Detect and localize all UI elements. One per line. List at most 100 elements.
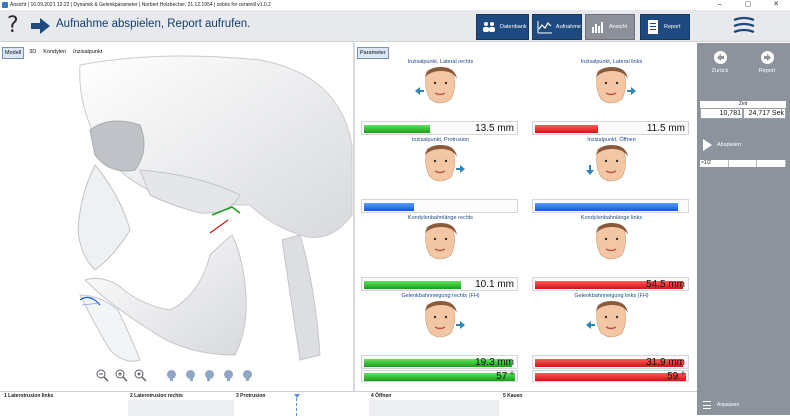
head-side-right-icon[interactable]	[184, 369, 197, 382]
side-panel: Zurück Report Zeit 10,781 24,717 Sek Abs…	[697, 43, 790, 415]
speed-option[interactable]: ×1/2	[700, 160, 729, 167]
parameter-cell: Inzisalpunkt, Öffnen	[526, 137, 697, 215]
arrow-right-circle-icon	[760, 51, 774, 64]
face-illustration-icon	[415, 67, 457, 104]
parameter-bar-fill	[535, 125, 598, 133]
playhead-line	[296, 398, 297, 416]
face-illustration-icon	[425, 145, 465, 182]
parameter-title: Kondylenbahnlänge rechts	[407, 215, 474, 221]
aufnahme-label: Aufnahme	[555, 24, 581, 30]
zoom-in-icon[interactable]	[115, 369, 128, 382]
aufnahme-button[interactable]: Aufnahme	[532, 14, 582, 40]
sliders-icon	[703, 401, 711, 409]
parameter-value: 13.5 mm	[475, 123, 514, 134]
playhead-marker[interactable]	[294, 394, 300, 398]
timeline-segment-5[interactable]: 5 Kauen	[503, 393, 522, 399]
face-illustration-icon	[596, 67, 636, 104]
head-top-view-icon[interactable]	[222, 369, 235, 382]
parameter-bar: 11.5 mm	[532, 121, 689, 135]
play-button[interactable]: Abspielen	[703, 139, 741, 151]
timeline[interactable]: 1 Laterotrusion links 2 Laterotrusion re…	[0, 391, 697, 416]
parameter-bar: 54.5 mm	[532, 277, 689, 291]
tab-parameter[interactable]: Parameter	[357, 47, 389, 59]
report-header-button[interactable]: Report	[640, 14, 690, 40]
app-icon	[2, 2, 8, 8]
minimize-button[interactable]: –	[710, 0, 730, 10]
close-button[interactable]: ✕	[766, 0, 786, 10]
datenbank-button[interactable]: Datenbank	[476, 14, 529, 40]
parameter-bar-fill	[364, 281, 461, 289]
angle-bar: 59 °	[532, 370, 689, 382]
speed-option[interactable]	[729, 160, 758, 167]
parameter-title: Inzisalpunkt, Protrusion	[411, 137, 470, 143]
parameter-bar-fill	[364, 203, 414, 211]
current-time-field: 10,781	[700, 108, 743, 119]
parameter-cell: Gelenkbahnneigung links (FH) 31.9 mm	[526, 293, 697, 371]
parameter-bar: 10.1 mm	[361, 277, 518, 291]
header: ? Aufnahme abspielen, Report aufrufen. D…	[0, 10, 790, 42]
timeline-shade	[369, 400, 499, 416]
parameter-value: 54.5 mm	[646, 279, 685, 290]
parameter-bar: 31.9 mm	[532, 355, 689, 369]
face-illustration-icon	[586, 145, 628, 182]
timeline-segment-2[interactable]: 2 Laterotrusion rechts	[130, 393, 183, 399]
head-back-view-icon[interactable]	[241, 369, 254, 382]
total-time-field: 24,717 Sek	[743, 108, 786, 119]
parameter-cell: Kondylenbahnlänge rechts 10.1 mm	[355, 215, 526, 293]
parameter-cell: Inzisalpunkt, Lateral links 11.5 mm	[526, 59, 697, 137]
report-icon	[648, 20, 658, 34]
maximize-button[interactable]: ▢	[738, 0, 758, 10]
parameter-bar: 13.5 mm	[361, 121, 518, 135]
arrow-right-icon	[31, 18, 50, 34]
parameter-value: 11.5 mm	[646, 123, 685, 134]
instruction-text: Aufnahme abspielen, Report aufrufen.	[56, 18, 251, 30]
parameter-cell: Gelenkbahnneigung rechts (FH) 19.3 mm	[355, 293, 526, 371]
back-button[interactable]: Zurück	[700, 51, 740, 83]
view-chart-icon	[592, 22, 603, 33]
report-side-label: Report	[758, 68, 776, 74]
help-button[interactable]: ?	[7, 13, 19, 38]
view-toolbar	[96, 369, 254, 382]
speed-selector[interactable]: ×1/2	[700, 160, 787, 167]
face-illustration-icon	[425, 301, 465, 338]
parameter-title: Gelenkbahnneigung rechts (FH)	[401, 293, 480, 299]
angle-bar: 57 °	[361, 370, 518, 382]
speed-option[interactable]	[757, 160, 787, 167]
timeline-segment-3[interactable]: 3 Protrusion	[236, 393, 265, 399]
parameter-value: 19.3 mm	[475, 357, 514, 368]
parameter-title: Inzisalpunkt, Lateral links	[580, 59, 643, 65]
zoom-fit-icon[interactable]	[134, 369, 147, 382]
parameter-title: Kondylenbahnlänge links	[580, 215, 643, 221]
parameter-title: Inzisalpunkt, Öffnen	[587, 137, 636, 143]
parameter-cell: Kondylenbahnlänge links 54.5 mm	[526, 215, 697, 293]
ansicht-label: Ansicht	[609, 24, 628, 30]
face-illustration-icon	[425, 223, 457, 260]
parameter-value: 10.1 mm	[475, 279, 514, 290]
angle-bar-fill	[364, 373, 515, 381]
angle-bar-fill	[535, 373, 686, 381]
parameter-title: Gelenkbahnneigung links (FH)	[574, 293, 649, 299]
timeline-shade	[128, 400, 234, 416]
adjust-button[interactable]: Anpassen	[703, 401, 739, 409]
model-view-panel: Modell 3D Kondylen Inzisalpunkt	[0, 43, 353, 391]
skull-3d-model[interactable]	[0, 55, 353, 375]
database-icon	[483, 22, 495, 32]
parameter-bar-fill	[535, 203, 678, 211]
face-illustration-icon	[596, 223, 628, 260]
timeline-segment-4[interactable]: 4 Öffnen	[371, 393, 391, 399]
adjust-label: Anpassen	[717, 402, 740, 408]
head-front-view-icon[interactable]	[165, 369, 178, 382]
timeline-segment-1[interactable]: 1 Laterotrusion links	[4, 393, 53, 399]
ansicht-button[interactable]: Ansicht	[585, 14, 635, 40]
zoom-out-icon[interactable]	[96, 369, 109, 382]
head-side-left-icon[interactable]	[203, 369, 216, 382]
report-label: Report	[664, 24, 681, 30]
play-icon	[703, 139, 712, 151]
parameter-value: 31.9 mm	[646, 357, 685, 368]
brand-logo-icon	[733, 16, 755, 34]
datenbank-label: Datenbank	[500, 24, 527, 30]
parameter-title: Inzisalpunkt, Lateral rechts	[407, 59, 474, 65]
report-side-button[interactable]: Report	[747, 51, 787, 83]
parameter-cell: Inzisalpunkt, Lateral rechts 13.5 mm	[355, 59, 526, 137]
parameter-bar: 19.3 mm	[361, 355, 518, 369]
